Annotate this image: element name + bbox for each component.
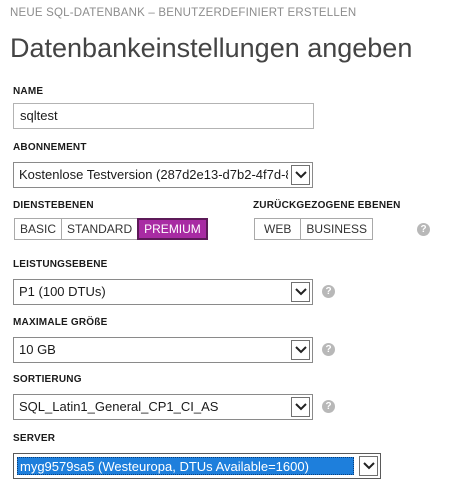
tier-premium-button[interactable]: PREMIUM bbox=[137, 218, 208, 240]
tier-web-button[interactable]: WEB bbox=[254, 218, 302, 240]
wizard-title: NEUE SQL-DATENBANK – BENUTZERDEFINIERT E… bbox=[10, 7, 357, 19]
max-size-dropdown-button[interactable] bbox=[291, 340, 310, 360]
page-title: Datenbankeinstellungen angeben bbox=[10, 33, 413, 63]
collation-help-icon[interactable]: ? bbox=[322, 400, 335, 413]
chevron-down-icon bbox=[295, 171, 307, 179]
performance-level-value: P1 (100 DTUs) bbox=[19, 284, 106, 299]
tier-business-button[interactable]: BUSINESS bbox=[300, 218, 374, 240]
max-size-label: MAXIMALE GRÖßE bbox=[13, 317, 108, 328]
subscription-value: Kostenlose Testversion (287d2e13-d7b2-4f… bbox=[19, 167, 288, 182]
server-value: myg9579sa5 (Westeuropa, DTUs Available=1… bbox=[17, 457, 354, 475]
collation-select[interactable]: SQL_Latin1_General_CP1_CI_AS bbox=[13, 394, 313, 420]
chevron-down-icon bbox=[363, 462, 375, 470]
subscription-label: ABONNEMENT bbox=[13, 142, 87, 153]
max-size-select[interactable]: 10 GB bbox=[13, 337, 313, 363]
performance-level-select[interactable]: P1 (100 DTUs) bbox=[13, 279, 313, 305]
performance-level-dropdown-button[interactable] bbox=[291, 282, 310, 302]
tier-standard-button[interactable]: STANDARD bbox=[61, 218, 139, 240]
max-size-help-icon[interactable]: ? bbox=[322, 343, 335, 356]
subscription-select[interactable]: Kostenlose Testversion (287d2e13-d7b2-4f… bbox=[13, 162, 313, 188]
service-tiers-label: DIENSTEBENEN bbox=[13, 200, 94, 211]
chevron-down-icon bbox=[295, 403, 307, 411]
server-select[interactable]: myg9579sa5 (Westeuropa, DTUs Available=1… bbox=[13, 453, 381, 479]
max-size-value: 10 GB bbox=[19, 342, 56, 357]
tier-basic-button[interactable]: BASIC bbox=[14, 218, 63, 240]
chevron-down-icon bbox=[295, 346, 307, 354]
retired-tiers-label: ZURÜCKGEZOGENE EBENEN bbox=[253, 200, 401, 211]
collation-label: SORTIERUNG bbox=[13, 374, 82, 385]
performance-level-label: LEISTUNGSEBENE bbox=[13, 259, 108, 270]
service-tier-group: BASIC STANDARD PREMIUM bbox=[14, 218, 208, 240]
retired-tier-group: WEB BUSINESS bbox=[254, 218, 374, 240]
performance-level-help-icon[interactable]: ? bbox=[322, 285, 335, 298]
subscription-dropdown-button[interactable] bbox=[291, 165, 310, 185]
server-label: SERVER bbox=[13, 433, 56, 444]
name-label: NAME bbox=[13, 86, 44, 97]
server-dropdown-button[interactable] bbox=[359, 456, 378, 476]
retired-tiers-help-icon[interactable]: ? bbox=[417, 223, 430, 236]
collation-value: SQL_Latin1_General_CP1_CI_AS bbox=[19, 399, 219, 414]
chevron-down-icon bbox=[295, 288, 307, 296]
collation-dropdown-button[interactable] bbox=[291, 397, 310, 417]
name-input[interactable]: sqltest bbox=[13, 103, 314, 129]
